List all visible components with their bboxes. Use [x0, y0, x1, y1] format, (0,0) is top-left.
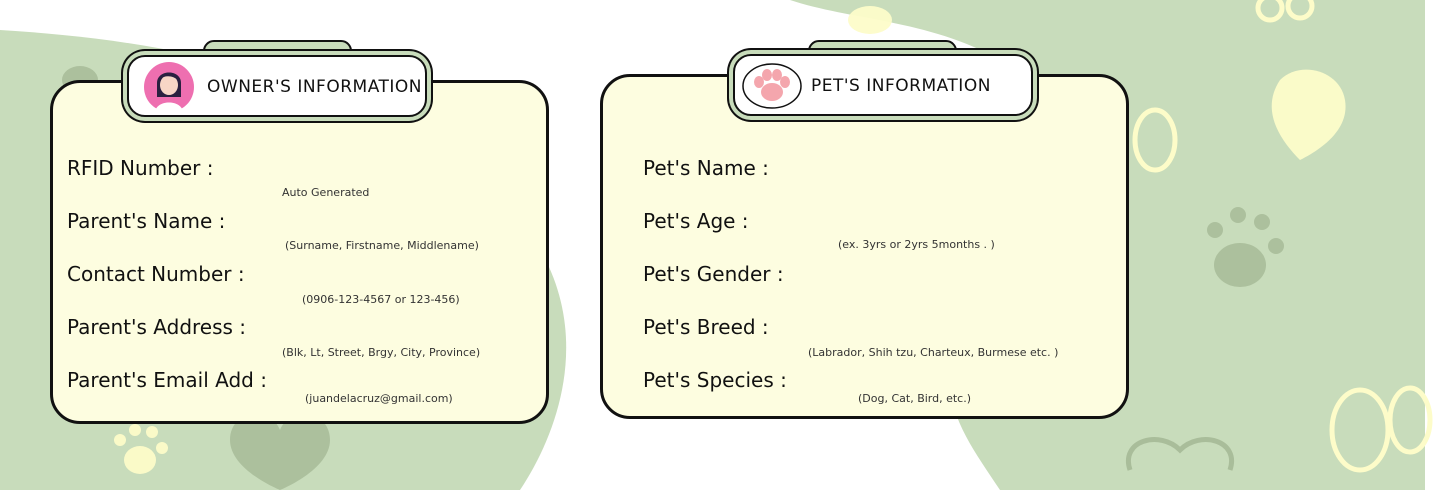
contact-number-label: Contact Number : — [67, 262, 245, 286]
pet-information-tab: PET'S INFORMATION — [733, 54, 1033, 116]
rfid-number-hint: Auto Generated — [282, 186, 370, 199]
pet-gender-label: Pet's Gender : — [643, 262, 784, 286]
parent-address-hint: (Blk, Lt, Street, Brgy, City, Province) — [282, 346, 481, 359]
pet-section-title: PET'S INFORMATION — [811, 76, 991, 96]
contact-number-hint: (0906-123-4567 or 123-456) — [302, 293, 460, 306]
pet-breed-label: Pet's Breed : — [643, 315, 769, 339]
paw-icon — [741, 62, 803, 110]
rfid-number-label: RFID Number : — [67, 156, 214, 180]
parent-address-label: Parent's Address : — [67, 315, 247, 339]
pet-species-label: Pet's Species : — [643, 368, 787, 392]
owner-section-title: OWNER'S INFORMATION — [207, 77, 423, 97]
pet-name-label: Pet's Name : — [643, 156, 769, 180]
owner-information-tab: OWNER'S INFORMATION — [127, 55, 427, 117]
pet-species-hint: (Dog, Cat, Bird, etc.) — [858, 392, 972, 405]
pet-breed-hint: (Labrador, Shih tzu, Charteux, Burmese e… — [808, 346, 1059, 359]
parent-name-label: Parent's Name : — [67, 209, 226, 233]
owner-avatar-icon — [143, 61, 195, 113]
parent-email-label: Parent's Email Add : — [67, 368, 267, 392]
pet-age-hint: (ex. 3yrs or 2yrs 5months . ) — [838, 238, 995, 251]
parent-email-hint: (juandelacruz@gmail.com) — [305, 392, 453, 405]
pet-age-label: Pet's Age : — [643, 209, 749, 233]
parent-name-hint: (Surname, Firstname, Middlename) — [285, 239, 479, 252]
